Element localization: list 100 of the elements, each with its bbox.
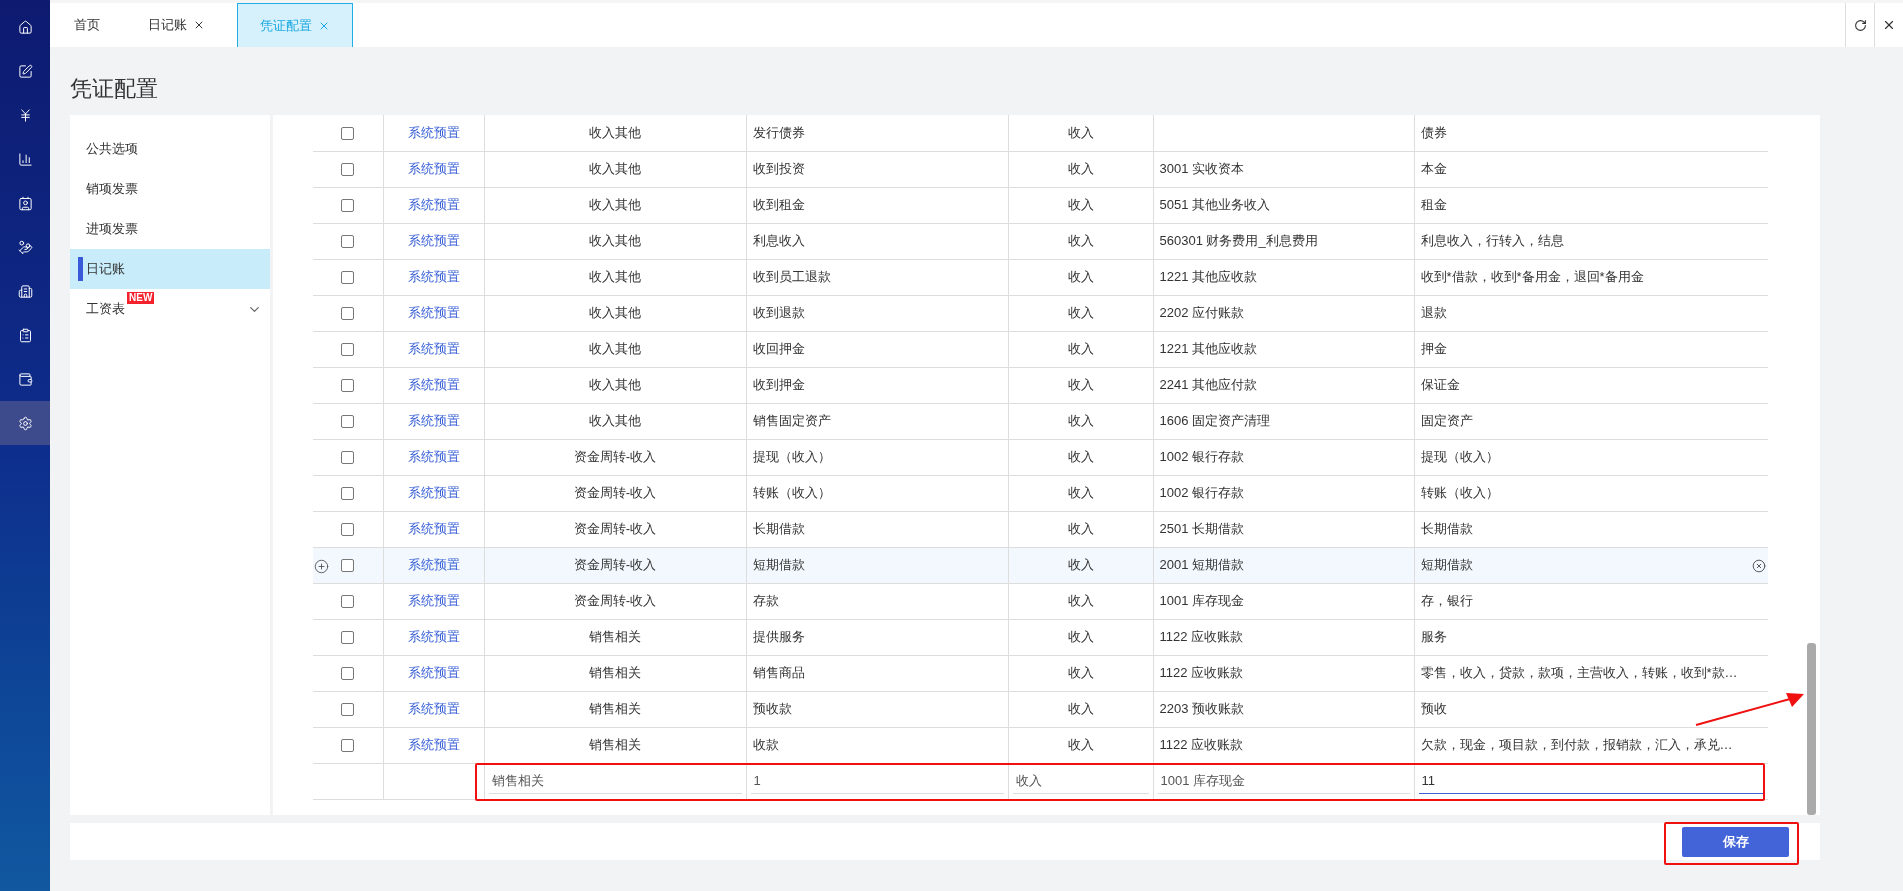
table-row[interactable]: 系统预置 资金周转-收入 存款 收入 1001 库存现金 存，银行 (313, 583, 1768, 619)
table-cell: 收入其他 (589, 197, 641, 213)
source-link[interactable]: 系统预置 (407, 197, 460, 213)
input-field[interactable]: 收入 (1012, 768, 1149, 794)
table-cell: 资金周转-收入 (573, 593, 657, 609)
table-cell: 债券 (1420, 125, 1447, 140)
side-menu-item[interactable]: 进项发票 (70, 209, 270, 249)
input-field[interactable]: 销售相关 (488, 768, 742, 794)
source-link[interactable]: 系统预置 (407, 485, 460, 501)
source-link[interactable]: 系统预置 (407, 413, 460, 429)
table-cell: 收入 (1067, 341, 1094, 357)
row-checkbox[interactable] (341, 235, 355, 249)
table-cell: 1221 其他应收款 (1159, 269, 1258, 285)
table-cell: 零售，收入，贷款，款项，主营收入，转账，收到*款… (1420, 665, 1738, 681)
table-row[interactable]: 系统预置 资金周转-收入 提现（收入） 收入 1002 银行存款 提现（收入） (313, 439, 1768, 475)
tab[interactable]: 首页 (50, 3, 124, 47)
table-cell: 销售相关 (589, 665, 641, 681)
building-icon (17, 283, 33, 299)
table-row[interactable]: 系统预置 收入其他 利息收入 收入 560301 财务费用_利息费用 利息收入，行转入，结息 (313, 223, 1768, 259)
row-checkbox[interactable] (341, 703, 355, 717)
table-cell: 短期借款 (752, 557, 805, 573)
row-checkbox[interactable] (341, 199, 355, 213)
table-cell: 收入其他 (589, 233, 641, 249)
source-link[interactable]: 系统预置 (407, 341, 460, 357)
row-checkbox[interactable] (341, 523, 355, 537)
row-checkbox[interactable] (341, 271, 355, 285)
table-cell: 2501 长期借款 (1159, 521, 1245, 537)
table-cell: 押金 (1420, 341, 1447, 357)
edit-icon (17, 63, 33, 79)
row-checkbox[interactable] (341, 739, 355, 753)
table-row[interactable]: 系统预置 资金周转-收入 短期借款 收入 2001 短期借款 短期借款 (313, 547, 1768, 583)
source-link[interactable]: 系统预置 (407, 449, 460, 465)
source-link[interactable]: 系统预置 (407, 305, 460, 321)
input-field[interactable]: 1 (750, 768, 1004, 794)
row-checkbox[interactable] (341, 307, 355, 321)
table-row[interactable]: 系统预置 收入其他 收到投资 收入 3001 实收资本 本金 (313, 151, 1768, 187)
source-link[interactable]: 系统预置 (407, 269, 460, 285)
tab[interactable]: 日记账 (124, 3, 229, 47)
source-link[interactable]: 系统预置 (407, 521, 460, 537)
row-checkbox[interactable] (341, 163, 355, 177)
source-link[interactable]: 系统预置 (407, 233, 460, 249)
table-row[interactable]: 系统预置 收入其他 发行债券 收入 债券 (313, 115, 1768, 151)
source-link[interactable]: 系统预置 (407, 701, 460, 717)
source-link[interactable]: 系统预置 (407, 737, 460, 753)
side-menu-item[interactable]: 公共选项 (70, 129, 270, 169)
table-cell: 预收款 (752, 701, 792, 717)
source-link[interactable]: 系统预置 (407, 665, 460, 681)
row-checkbox[interactable] (341, 343, 355, 357)
input-field[interactable]: 1001 库存现金 (1157, 768, 1410, 794)
table-cell: 收到*借款，收到*备用金，退回*备用金 (1420, 269, 1644, 285)
refresh-button[interactable] (1845, 3, 1875, 47)
table-cell: 收回押金 (752, 341, 805, 357)
table-cell: 收入 (1067, 377, 1094, 393)
row-checkbox[interactable] (341, 127, 355, 141)
table-cell: 收入 (1067, 449, 1094, 465)
side-menu-item[interactable]: 日记账 (70, 249, 270, 289)
table-row[interactable]: 系统预置 收入其他 收到员工退款 收入 1221 其他应收款 收到*借款，收到*备用金，退回*备用金 (313, 259, 1768, 295)
table-row[interactable]: 系统预置 销售相关 销售商品 收入 1122 应收账款 零售，收入，贷款，款项，主营收入，转账，收到*款… (313, 655, 1768, 691)
row-checkbox[interactable] (341, 595, 355, 609)
table-row[interactable]: 系统预置 收入其他 收到押金 收入 2241 其他应付款 保证金 (313, 367, 1768, 403)
row-checkbox[interactable] (341, 451, 355, 465)
table-row[interactable]: 系统预置 收入其他 收到租金 收入 5051 其他业务收入 租金 (313, 187, 1768, 223)
source-link[interactable]: 系统预置 (407, 377, 460, 393)
table-row[interactable]: 系统预置 收入其他 收到退款 收入 2202 应付账款 退款 (313, 295, 1768, 331)
source-link[interactable]: 系统预置 (407, 161, 460, 177)
save-button[interactable]: 保存 (1682, 826, 1789, 857)
row-checkbox[interactable] (341, 631, 355, 645)
remove-row-icon[interactable] (1752, 558, 1766, 573)
row-checkbox[interactable] (341, 487, 355, 501)
input-field[interactable]: 11 (1418, 768, 1764, 794)
side-menu-item[interactable]: 销项发票 (70, 169, 270, 209)
source-link[interactable]: 系统预置 (407, 557, 460, 573)
table-cell: 收款 (752, 737, 779, 753)
table-row[interactable]: 系统预置 销售相关 预收款 收入 2203 预收账款 预收 (313, 691, 1768, 727)
nav-rail-item[interactable] (0, 401, 50, 445)
table-row[interactable]: 系统预置 销售相关 提供服务 收入 1122 应收账款 服务 (313, 619, 1768, 655)
side-menu-item[interactable]: 工资表 NEW (70, 289, 270, 329)
table-cell: 收到员工退款 (752, 269, 831, 285)
row-checkbox[interactable] (341, 415, 355, 429)
table-row[interactable]: 系统预置 资金周转-收入 转账（收入） 收入 1002 银行存款 转账（收入） (313, 475, 1768, 511)
source-link[interactable]: 系统预置 (407, 593, 460, 609)
add-row-icon[interactable] (314, 558, 329, 574)
table-row[interactable]: 系统预置 销售相关 收款 收入 1122 应收账款 欠款，现金，项目款，到付款，报销款，汇入，承兑… (313, 727, 1768, 763)
row-checkbox[interactable] (341, 667, 355, 681)
table-cell: 2001 短期借款 (1159, 557, 1245, 573)
table-row[interactable]: 系统预置 收入其他 收回押金 收入 1221 其他应收款 押金 (313, 331, 1768, 367)
table-row[interactable]: 系统预置 收入其他 销售固定资产 收入 1606 固定资产清理 固定资产 (313, 403, 1768, 439)
wallet-icon (17, 371, 33, 387)
table-cell: 退款 (1420, 305, 1447, 321)
table-cell: 收入 (1067, 701, 1094, 717)
source-link[interactable]: 系统预置 (407, 629, 460, 645)
row-checkbox[interactable] (341, 559, 355, 573)
contact-card-icon (17, 195, 33, 211)
source-link[interactable]: 系统预置 (407, 125, 460, 140)
table-cell: 存款 (752, 593, 779, 609)
table-cell: 转账（收入） (752, 485, 831, 501)
table-cell: 收入其他 (589, 305, 641, 321)
close-icon[interactable] (193, 19, 205, 31)
table-row[interactable]: 系统预置 资金周转-收入 长期借款 收入 2501 长期借款 长期借款 (313, 511, 1768, 547)
row-checkbox[interactable] (341, 379, 355, 393)
